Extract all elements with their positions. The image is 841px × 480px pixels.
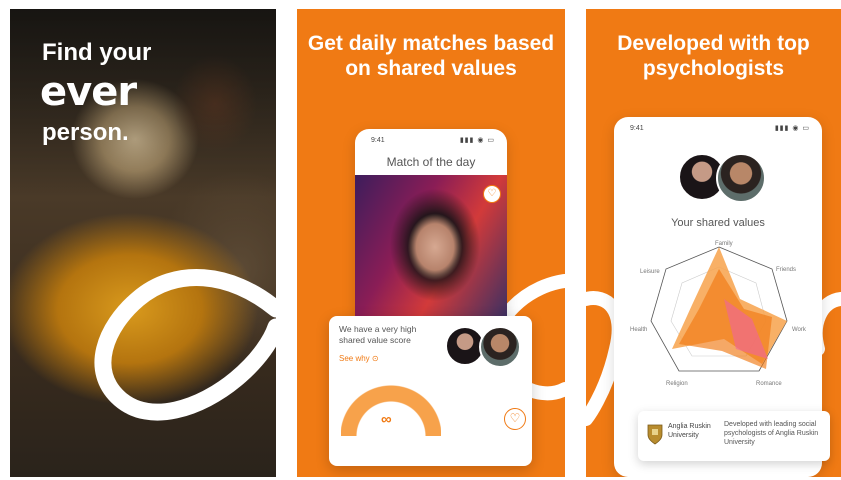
shared-values-title: Your shared values (671, 217, 765, 229)
status-time: 9:41 (371, 137, 385, 144)
like-heart-icon[interactable]: ♡ (483, 185, 501, 203)
radar-label-health: Health (630, 327, 648, 333)
ever-logo: ever (40, 69, 137, 115)
value-score-text: We have a very high shared value score (339, 324, 417, 345)
radar-label-religion: Religion (666, 381, 688, 387)
screenshot-panel-psychologists: Developed with top psychologists 9:41 ▮▮… (586, 9, 841, 477)
panel1-subtitle: person. (42, 119, 129, 146)
university-description: Developed with leading social psychologi… (724, 421, 819, 446)
university-crest-icon (647, 424, 663, 445)
university-name: Anglia Ruskin University (668, 423, 711, 439)
shared-values-radar-chart (650, 246, 788, 372)
infinity-icon: ∞ (381, 411, 392, 428)
match-of-the-day-label: Match of the day (386, 155, 476, 169)
status-time: 9:41 (630, 125, 644, 132)
heart-icon[interactable]: ♡ (504, 408, 526, 430)
screenshot-panel-find-your-ever: Find your ever person. (10, 9, 276, 477)
radar-label-leisure: Leisure (640, 269, 660, 275)
ever-logo-bottom: ever (405, 441, 457, 465)
radar-label-family: Family (715, 241, 733, 247)
status-icons: ▮▮▮ ◉ ▭ (774, 125, 810, 132)
see-why-link[interactable]: See why ⊙ (339, 354, 379, 363)
radar-label-romance: Romance (756, 381, 782, 387)
radar-label-work: Work (792, 327, 806, 333)
status-icons: ▮▮▮ ◉ ▭ (459, 137, 495, 144)
avatar-man (479, 326, 521, 368)
panel2-headline: Get daily matches based on shared values (307, 32, 555, 80)
avatar-man (716, 153, 766, 203)
screenshot-panel-daily-matches: Get daily matches based on shared values… (297, 9, 565, 477)
panel3-headline: Developed with top psychologists (617, 32, 810, 80)
panel1-title: Find your (42, 39, 152, 66)
university-endorsement-box: Anglia Ruskin University Developed with … (638, 411, 830, 461)
radar-label-friends: Friends (776, 267, 797, 273)
